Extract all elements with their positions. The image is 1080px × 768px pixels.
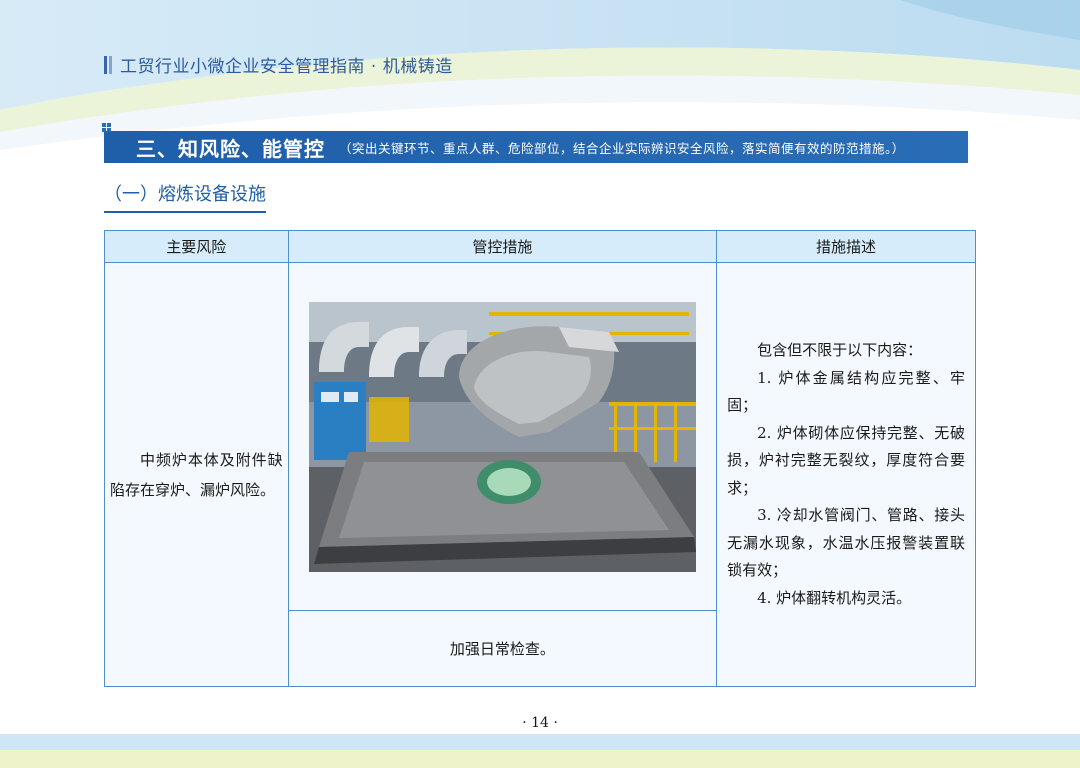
header-measure-description: 措施描述 — [716, 230, 976, 263]
background-wave — [0, 0, 1080, 260]
table-row: 中频炉本体及附件缺陷存在穿炉、漏炉风险。 包含但不限于以下内容： 1. 炉体金属… — [104, 262, 976, 687]
header-bars-icon — [104, 55, 112, 74]
section-banner: 三、知风险、能管控 （突出关键环节、重点人群、危险部位，结合企业实际辨识安全风险… — [102, 123, 968, 163]
corner-dots-icon — [102, 123, 112, 133]
risk-text: 中频炉本体及附件缺陷存在穿炉、漏炉风险。 — [110, 450, 283, 499]
risk-table: 主要风险 管控措施 措施描述 中频炉本体及附件缺陷存在穿炉、漏炉风险。 包含但不… — [104, 230, 976, 687]
book-title: 工贸行业小微企业安全管理指南 · 机械铸造 — [120, 57, 453, 77]
risk-cell: 中频炉本体及附件缺陷存在穿炉、漏炉风险。 — [104, 262, 289, 687]
description-line: 1. 炉体金属结构应完整、牢固； — [727, 368, 965, 415]
control-text-cell: 加强日常检查。 — [287, 610, 718, 687]
description-line: 3. 冷却水管阀门、管路、接头无漏水现象，水温水压报警装置联锁有效； — [727, 506, 965, 579]
description-line: 包含但不限于以下内容： — [757, 341, 923, 359]
photo-cell — [287, 262, 718, 611]
header-main-risk: 主要风险 — [104, 230, 289, 263]
section-title: 三、知风险、能管控 — [136, 136, 325, 161]
subsection-title: （一）熔炼设备设施 — [104, 180, 266, 213]
header-control-measure: 管控措施 — [287, 230, 718, 263]
description-line: 2. 炉体砌体应保持完整、无破损，炉衬完整无裂纹，厚度符合要求； — [727, 423, 965, 497]
footer-band-yellow — [0, 750, 1080, 768]
footer-band — [0, 734, 1080, 768]
section-note: （突出关键环节、重点人群、危险部位，结合企业实际辨识安全风险，落实简便有效的防范… — [339, 140, 905, 156]
furnace-photo — [308, 301, 696, 572]
description-cell: 包含但不限于以下内容： 1. 炉体金属结构应完整、牢固； 2. 炉体砌体应保持完… — [716, 262, 976, 687]
description-line: 4. 炉体翻转机构灵活。 — [757, 588, 912, 607]
page-number: · 14 · — [522, 715, 558, 731]
footer-band-blue — [0, 734, 1080, 750]
table-header-row: 主要风险 管控措施 措施描述 — [104, 230, 976, 263]
running-header: 工贸行业小微企业安全管理指南 · 机械铸造 — [104, 52, 453, 77]
